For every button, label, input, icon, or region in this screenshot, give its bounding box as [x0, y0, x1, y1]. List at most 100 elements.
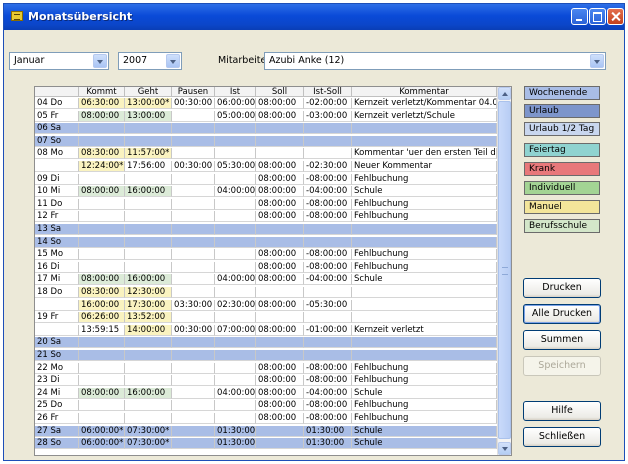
table-row[interactable]: 15 Mo 08:00:00 -08:00:00 Fehlbuchung [35, 249, 497, 261]
cell-kommt[interactable] [79, 236, 125, 248]
cell-geht[interactable] [125, 198, 172, 210]
cell-day[interactable]: 27 Sa [35, 425, 79, 437]
cell-pausen[interactable] [172, 224, 215, 235]
cell-soll[interactable]: 08:00:00 [256, 274, 304, 286]
employee-select[interactable]: Azubi Anke (12) [264, 52, 606, 70]
cell-soll[interactable]: 08:00:00 [256, 400, 304, 412]
cell-kommt[interactable] [79, 350, 125, 361]
cell-pausen[interactable]: 03:30:00 [172, 299, 215, 311]
cell-geht[interactable]: 07:30:00* [125, 425, 172, 437]
cell-soll[interactable]: 08:00:00 [256, 387, 304, 399]
chevron-down-icon[interactable] [93, 54, 107, 68]
cell-ist-soll[interactable]: -08:00:00 [304, 198, 352, 210]
cell-pausen[interactable] [172, 261, 215, 273]
table-row[interactable]: 16:00:00 17:30:00 03:30:00 02:30:00 08:00:00… [35, 299, 497, 311]
column-header-pausen[interactable]: Pausen [172, 87, 215, 97]
cell-day[interactable]: 22 Mo [35, 362, 79, 374]
cell-geht[interactable] [125, 261, 172, 273]
scroll-up-icon[interactable] [498, 87, 511, 100]
cell-ist-soll[interactable]: -04:00:00 [304, 186, 352, 198]
cell-ist[interactable] [215, 287, 256, 298]
title-bar[interactable]: Monatsübersicht [4, 4, 624, 30]
cell-day[interactable]: 24 Mi [35, 387, 79, 399]
cell-day[interactable]: 15 Mo [35, 249, 79, 261]
table-row[interactable]: 11 Do 08:00:00 -08:00:00 Fehlbuchung [35, 198, 497, 210]
table-row[interactable]: 10 Mi 08:00:00 16:00:00 04:00:00 08:00:00 -04… [35, 186, 497, 198]
cell-ist-soll[interactable] [304, 148, 352, 160]
table-row[interactable]: 21 So [35, 350, 497, 361]
cell-ist[interactable] [215, 135, 256, 147]
cell-ist-soll[interactable]: -04:00:00 [304, 387, 352, 399]
cell-kommentar[interactable] [352, 287, 497, 298]
cell-ist[interactable]: 01:30:00 [215, 438, 256, 450]
cell-soll[interactable] [256, 123, 304, 135]
cell-pausen[interactable] [172, 350, 215, 361]
cell-pausen[interactable] [172, 375, 215, 387]
cell-day[interactable]: 04 Do [35, 98, 79, 109]
table-row[interactable]: 23 Di 08:00:00 -08:00:00 Fehlbuchung [35, 375, 497, 387]
cell-day[interactable]: 25 Do [35, 400, 79, 412]
cell-ist[interactable] [215, 224, 256, 235]
table-row[interactable]: 09 Di 08:00:00 -08:00:00 Fehlbuchung [35, 173, 497, 185]
cell-kommentar[interactable]: Neuer Kommentar [352, 161, 497, 172]
table-row[interactable]: 14 So [35, 236, 497, 248]
table-row[interactable]: 12 Fr 08:00:00 -08:00:00 Fehlbuchung [35, 211, 497, 223]
cell-ist-soll[interactable]: 01:30:00 [304, 438, 352, 450]
cell-kommentar[interactable] [352, 123, 497, 135]
cell-kommt[interactable]: 08:00:00 [79, 274, 125, 286]
cell-kommentar[interactable]: Kommentar 'uer den ersten Teil des [352, 148, 497, 160]
cell-pausen[interactable] [172, 400, 215, 412]
cell-geht[interactable]: 17:56:00 [125, 161, 172, 172]
cell-kommentar[interactable]: Fehlbuchung [352, 413, 497, 424]
cell-ist-soll[interactable] [304, 236, 352, 248]
cell-kommentar[interactable]: Schule [352, 387, 497, 399]
cell-pausen[interactable]: 00:30:00 [172, 98, 215, 109]
cell-kommentar[interactable]: Schule [352, 186, 497, 198]
column-header-ist-soll[interactable]: Ist-Soll [304, 87, 352, 97]
cell-soll[interactable]: 08:00:00 [256, 161, 304, 172]
cell-ist-soll[interactable] [304, 350, 352, 361]
cell-kommentar[interactable] [352, 299, 497, 311]
cell-kommentar[interactable]: Kernzeit verletzt [352, 324, 497, 336]
cell-ist-soll[interactable] [304, 123, 352, 135]
cell-ist[interactable]: 07:00:00 [215, 324, 256, 336]
cell-ist-soll[interactable]: -05:30:00 [304, 299, 352, 311]
cell-kommentar[interactable]: Schule [352, 274, 497, 286]
cell-ist[interactable] [215, 350, 256, 361]
cell-kommt[interactable] [79, 362, 125, 374]
cell-ist[interactable] [215, 249, 256, 261]
cell-kommt[interactable] [79, 249, 125, 261]
cell-kommt[interactable] [79, 173, 125, 185]
cell-day[interactable] [35, 299, 79, 311]
column-header-day[interactable] [35, 87, 79, 97]
cell-kommt[interactable]: 06:00:00* [79, 438, 125, 450]
cell-kommt[interactable] [79, 123, 125, 135]
cell-ist-soll[interactable]: -08:00:00 [304, 249, 352, 261]
cell-pausen[interactable] [172, 362, 215, 374]
cell-kommt[interactable] [79, 337, 125, 349]
cell-ist-soll[interactable]: -01:00:00 [304, 324, 352, 336]
cell-geht[interactable] [125, 173, 172, 185]
close-window-button[interactable] [607, 8, 624, 25]
time-table[interactable]: Kommt Geht Pausen Ist Soll Ist-Soll Kommentar … [34, 86, 512, 456]
cell-pausen[interactable] [172, 123, 215, 135]
cell-ist[interactable] [215, 400, 256, 412]
cell-day[interactable]: 20 Sa [35, 337, 79, 349]
cell-kommt[interactable] [79, 375, 125, 387]
cell-soll[interactable] [256, 438, 304, 450]
minimize-button[interactable] [571, 8, 588, 25]
table-row[interactable]: 26 Fr 08:00:00 -08:00:00 Fehlbuchung [35, 413, 497, 424]
cell-day[interactable]: 26 Fr [35, 413, 79, 424]
cell-ist[interactable] [215, 211, 256, 223]
cell-day[interactable]: 11 Do [35, 198, 79, 210]
month-select[interactable]: Januar [9, 52, 109, 70]
cell-day[interactable]: 21 So [35, 350, 79, 361]
cell-kommt[interactable]: 08:00:00 [79, 387, 125, 399]
cell-day[interactable]: 19 Fr [35, 312, 79, 324]
cell-pausen[interactable] [172, 211, 215, 223]
cell-kommentar[interactable]: Fehlbuchung [352, 261, 497, 273]
cell-ist-soll[interactable]: -03:00:00 [304, 110, 352, 122]
cell-geht[interactable]: 11:57:00* [125, 148, 172, 160]
cell-kommt[interactable]: 16:00:00 [79, 299, 125, 311]
cell-ist-soll[interactable]: 01:30:00 [304, 425, 352, 437]
